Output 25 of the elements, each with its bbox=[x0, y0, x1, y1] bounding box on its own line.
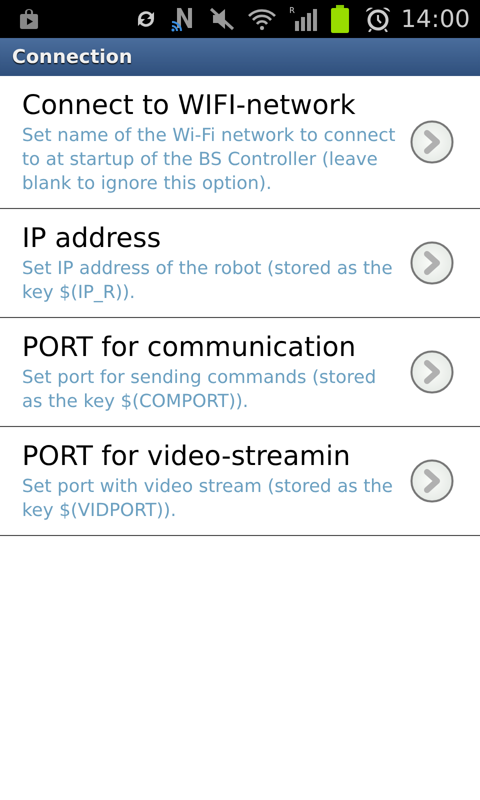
chevron-right-icon bbox=[410, 241, 454, 285]
preference-title: Connect to WIFI-network bbox=[22, 89, 356, 123]
preference-summary: Set IP address of the robot (stored as the key $(IP_R)). bbox=[22, 257, 394, 305]
store-bag-icon bbox=[18, 8, 40, 30]
preference-summary: Set name of the Wi-Fi network to connect to at startup of the BS Controller (leave blank to ignore this option). bbox=[22, 124, 396, 196]
chevron-right-icon bbox=[410, 120, 454, 164]
preference-item[interactable]: PORT for communication Set port for sending commands (stored as the key $(COMPORT)). bbox=[0, 318, 480, 426]
preference-title: PORT for communication bbox=[22, 331, 357, 365]
preference-summary: Set port with video stream (stored as the key $(VIDPORT)). bbox=[22, 475, 394, 523]
screen-title: Connection bbox=[12, 46, 132, 68]
preference-item[interactable]: PORT for video-streamin Set port with video stream (stored as the key $(VIDPORT)). bbox=[0, 427, 480, 535]
roaming-indicator: R bbox=[289, 7, 295, 15]
wifi-icon bbox=[247, 7, 278, 31]
preference-title: IP address bbox=[22, 222, 162, 256]
preference-summary: Set port for sending commands (stored as the key $(COMPORT)). bbox=[22, 366, 378, 414]
preference-item[interactable]: Connect to WIFI-network Set name of the Wi-Fi network to connect to at startup of the BS Controller (leave blank to ignore this option). bbox=[0, 76, 480, 208]
battery-icon bbox=[330, 5, 349, 33]
chevron-right-icon bbox=[410, 350, 454, 394]
chevron-right-icon bbox=[410, 459, 454, 503]
preference-item[interactable]: IP address Set IP address of the robot (stored as the key $(IP_R)). bbox=[0, 209, 480, 317]
clock-time: 14:00 bbox=[400, 5, 470, 33]
signal-icon bbox=[294, 7, 317, 31]
mute-icon bbox=[209, 7, 236, 31]
preference-title: PORT for video-streamin bbox=[22, 440, 352, 474]
alarm-clock-icon bbox=[364, 6, 391, 32]
